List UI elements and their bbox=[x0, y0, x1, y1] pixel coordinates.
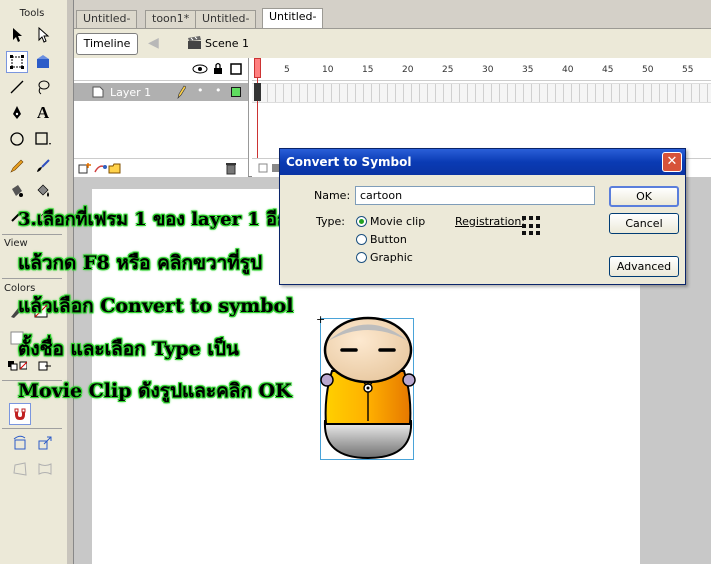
cartoon-character[interactable] bbox=[318, 316, 418, 464]
tab-untitled-3[interactable]: Untitled-3* bbox=[195, 10, 257, 41]
instruction-line-1: 3.เลือกที่เฟรม 1 ของ layer 1 อีกครั้ง bbox=[18, 209, 319, 230]
snap-magnet-icon[interactable] bbox=[9, 403, 31, 425]
radio-movie-clip[interactable] bbox=[356, 216, 367, 227]
frame-number: 15 bbox=[362, 65, 374, 75]
tab-untitled-4[interactable]: Untitled-4* bbox=[262, 8, 324, 39]
scene-clapper-icon bbox=[187, 36, 202, 53]
lasso-tool-icon[interactable] bbox=[32, 76, 54, 98]
brush-tool-icon[interactable] bbox=[32, 155, 54, 177]
tools-divider bbox=[2, 428, 62, 429]
frame-ruler[interactable]: 1 5 10 15 20 25 30 35 40 45 50 55 bbox=[252, 58, 711, 81]
distort-icon bbox=[9, 458, 31, 480]
subselect-tool-icon[interactable] bbox=[32, 24, 54, 46]
ink-bottle-tool-icon[interactable] bbox=[6, 180, 28, 202]
advanced-button[interactable]: Advanced bbox=[609, 256, 679, 277]
frame-number: 30 bbox=[482, 65, 494, 75]
layers-header bbox=[74, 58, 248, 81]
fill-transform-tool-icon[interactable] bbox=[32, 51, 54, 73]
add-guide-icon[interactable] bbox=[93, 162, 107, 175]
frame-number: 45 bbox=[602, 65, 614, 75]
close-button[interactable]: ✕ bbox=[662, 152, 682, 172]
rectangle-tool-icon[interactable] bbox=[32, 128, 54, 150]
frame-number: 20 bbox=[402, 65, 414, 75]
instruction-line-4: ตั้งชื่อ และเลือก Type เป็น bbox=[18, 338, 239, 360]
timeline-button[interactable]: Timeline bbox=[76, 33, 138, 55]
layer-row[interactable]: Layer 1 • • bbox=[74, 83, 248, 101]
envelope-icon bbox=[34, 458, 56, 480]
frame-number: 25 bbox=[442, 65, 454, 75]
frame-number: 55 bbox=[682, 65, 694, 75]
insert-folder-icon[interactable] bbox=[108, 162, 122, 175]
option-movie-clip-label[interactable]: Movie clip bbox=[370, 215, 425, 228]
name-input[interactable]: cartoon bbox=[355, 186, 595, 205]
pencil-tool-icon[interactable] bbox=[6, 155, 28, 177]
tab-toon1[interactable]: toon1* bbox=[145, 10, 197, 28]
type-label: Type: bbox=[316, 215, 345, 228]
paint-bucket-tool-icon[interactable] bbox=[32, 180, 54, 202]
option-graphic-label[interactable]: Graphic bbox=[370, 251, 413, 264]
name-label: Name: bbox=[314, 189, 351, 202]
scene-label[interactable]: Scene 1 bbox=[205, 37, 249, 50]
frame-number: 35 bbox=[522, 65, 534, 75]
tools-divider bbox=[2, 234, 62, 235]
tab-untitled-1[interactable]: Untitled-1* bbox=[76, 10, 138, 41]
outline-icon[interactable] bbox=[230, 63, 242, 75]
trash-icon[interactable] bbox=[225, 161, 237, 175]
add-layer-icon[interactable] bbox=[78, 162, 92, 175]
arrow-tool-icon[interactable] bbox=[6, 24, 28, 46]
registration-label: Registration: bbox=[455, 215, 526, 228]
back-arrow-icon: ◀ bbox=[148, 35, 159, 51]
free-transform-tool-icon[interactable] bbox=[6, 51, 28, 73]
option-button-label[interactable]: Button bbox=[370, 233, 407, 246]
ok-button[interactable]: OK bbox=[609, 186, 679, 207]
keyframe[interactable] bbox=[254, 83, 261, 101]
line-tool-icon[interactable] bbox=[6, 76, 28, 98]
oval-tool-icon[interactable] bbox=[6, 128, 28, 150]
frame-number: 10 bbox=[322, 65, 334, 75]
panel-splitter[interactable] bbox=[67, 0, 74, 564]
convert-to-symbol-dialog: Convert to Symbol ✕ Name: cartoon Type: … bbox=[279, 148, 686, 285]
outline-color-swatch[interactable] bbox=[231, 87, 241, 97]
pen-tool-icon[interactable] bbox=[6, 102, 28, 124]
layers-column: Layer 1 • • bbox=[74, 58, 249, 177]
visibility-dot[interactable]: • bbox=[197, 84, 204, 97]
frame-number: 50 bbox=[642, 65, 654, 75]
tools-title: Tools bbox=[19, 8, 45, 19]
frame-number: 5 bbox=[284, 65, 290, 75]
layer-name[interactable]: Layer 1 bbox=[110, 86, 151, 99]
frame-number: 40 bbox=[562, 65, 574, 75]
radio-button[interactable] bbox=[356, 234, 367, 245]
lock-icon[interactable] bbox=[213, 62, 223, 75]
scale-icon[interactable] bbox=[34, 432, 56, 454]
rotate-skew-icon[interactable] bbox=[9, 432, 31, 454]
text-tool-icon[interactable]: A bbox=[32, 102, 54, 124]
instruction-line-5: Movie Clip ดังรูปและคลิก OK bbox=[18, 380, 292, 402]
pencil-edit-icon bbox=[177, 85, 186, 99]
instruction-line-3: แล้วเลือก Convert to symbol bbox=[18, 295, 294, 317]
radio-graphic[interactable] bbox=[356, 252, 367, 263]
layer-page-icon bbox=[92, 86, 104, 98]
tools-panel: Tools A View Colors bbox=[0, 0, 68, 564]
playhead[interactable] bbox=[254, 58, 261, 78]
cancel-button[interactable]: Cancel bbox=[609, 213, 679, 234]
eye-icon[interactable] bbox=[192, 64, 208, 74]
instruction-line-2: แล้วกด F8 หรือ คลิกขวาที่รูป bbox=[18, 252, 263, 274]
tools-divider bbox=[2, 278, 62, 279]
registration-grid[interactable] bbox=[522, 216, 542, 236]
dialog-title-bar[interactable]: Convert to Symbol ✕ bbox=[280, 149, 685, 175]
close-icon: ✕ bbox=[666, 154, 678, 169]
edit-bar: Timeline ◀ Scene 1 bbox=[74, 28, 711, 59]
dialog-title: Convert to Symbol bbox=[286, 155, 412, 169]
lock-dot[interactable]: • bbox=[215, 84, 222, 97]
layers-footer bbox=[74, 158, 248, 177]
frame-cells[interactable] bbox=[252, 83, 711, 103]
